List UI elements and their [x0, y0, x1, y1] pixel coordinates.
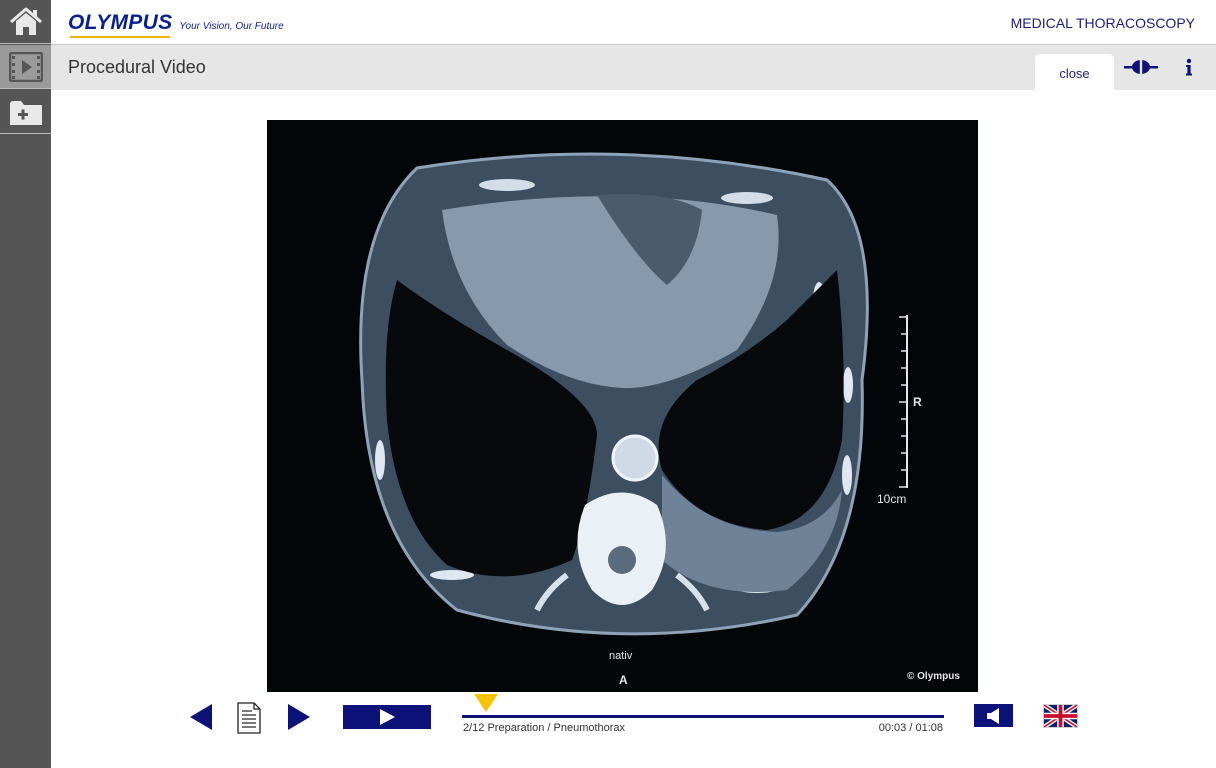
page-title: Procedural Video	[68, 57, 206, 77]
close-button[interactable]: close	[1035, 54, 1114, 90]
progress-track[interactable]	[462, 715, 944, 718]
series-label: nativ	[609, 650, 633, 662]
sidebar-item-home[interactable]	[0, 0, 51, 44]
info-icon[interactable]	[1181, 57, 1197, 79]
progress-bar[interactable]: 2/12 Preparation / Pneumothorax 00:03 / …	[462, 693, 944, 738]
app-title: MEDICAL THORACOSCOPY	[1010, 15, 1195, 31]
brand-logo: OLYMPUS Your Vision, Our Future	[68, 11, 284, 38]
brand-name: OLYMPUS	[68, 11, 173, 38]
speaker-icon	[986, 707, 999, 724]
orientation-label-r: R	[913, 395, 922, 409]
sidebar	[0, 0, 51, 768]
folder-add-icon	[9, 100, 42, 125]
ct-scan-image	[359, 152, 908, 636]
app-window: OLYMPUS Your Vision, Our Future MEDICAL …	[0, 0, 1216, 768]
watermark: © Olympus	[907, 671, 960, 682]
plug-connection-icon[interactable]	[1124, 57, 1158, 77]
sidebar-item-add-folder[interactable]	[0, 90, 51, 134]
sidebar-item-video[interactable]	[0, 45, 51, 89]
film-play-icon	[8, 51, 43, 82]
brand-tagline: Your Vision, Our Future	[179, 21, 284, 32]
next-chapter-button[interactable]	[287, 703, 311, 731]
title-bar: Procedural Video close	[51, 45, 1216, 90]
chapter-label: 2/12 Preparation / Pneumothorax	[463, 722, 626, 734]
header: OLYMPUS Your Vision, Our Future MEDICAL …	[51, 0, 1216, 45]
document-icon[interactable]	[236, 702, 262, 734]
volume-button[interactable]	[974, 704, 1013, 727]
progress-handle[interactable]	[473, 693, 499, 713]
previous-chapter-button[interactable]	[189, 703, 213, 731]
play-icon	[380, 709, 395, 725]
home-icon	[9, 7, 42, 35]
video-player[interactable]: R 10cm nativ A © Olympus	[267, 120, 978, 692]
orientation-label-a: A	[619, 673, 628, 687]
scale-label: 10cm	[877, 492, 907, 506]
play-button[interactable]	[343, 705, 431, 729]
timecode: 00:03 / 01:08	[878, 722, 943, 734]
uk-flag-icon[interactable]	[1043, 704, 1078, 728]
